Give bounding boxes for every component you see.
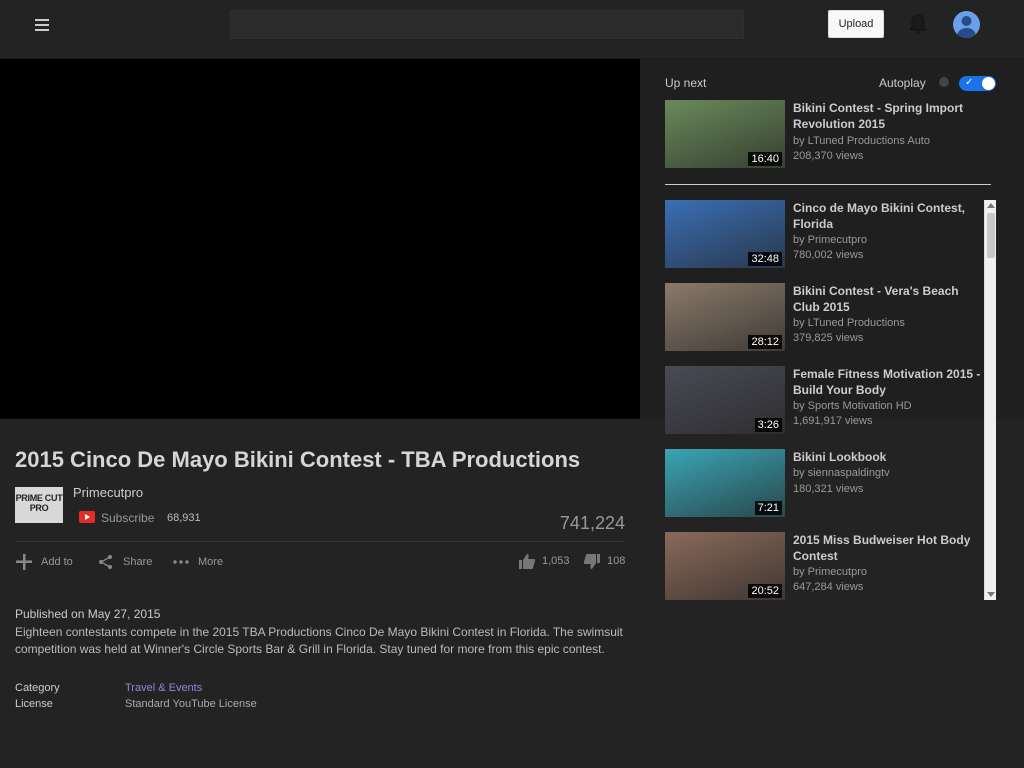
video-item-author: by Primecutpro bbox=[793, 566, 867, 578]
video-item-views: 1,691,917 views bbox=[793, 415, 873, 427]
video-duration: 7:21 bbox=[754, 501, 782, 515]
video-duration: 20:52 bbox=[748, 584, 782, 598]
add-to-label: Add to bbox=[41, 556, 73, 568]
video-item-author: by Sports Motivation HD bbox=[793, 400, 912, 412]
video-item-views: 780,002 views bbox=[793, 249, 864, 261]
more-button[interactable]: More bbox=[172, 553, 223, 571]
subscribe-button[interactable]: Subscribe bbox=[101, 511, 154, 525]
video-thumbnail[interactable]: 3:26 bbox=[665, 366, 785, 434]
video-thumbnail[interactable]: 7:21 bbox=[665, 449, 785, 517]
autoplay-label: Autoplay bbox=[879, 76, 926, 90]
scroll-thumb[interactable] bbox=[987, 213, 995, 258]
related-video-item[interactable]: 28:12 Bikini Contest - Vera's Beach Club… bbox=[665, 283, 985, 353]
category-link[interactable]: Travel & Events bbox=[125, 682, 202, 694]
user-icon bbox=[957, 16, 976, 38]
share-button[interactable]: Share bbox=[97, 553, 152, 571]
video-thumbnail[interactable]: 16:40 bbox=[665, 100, 785, 168]
video-duration: 3:26 bbox=[754, 418, 782, 432]
video-item-author: by siennaspaldingtv bbox=[793, 467, 890, 479]
publish-date: Published on May 27, 2015 bbox=[15, 607, 161, 621]
plus-icon bbox=[16, 554, 32, 570]
video-item-views: 379,825 views bbox=[793, 332, 864, 344]
channel-name[interactable]: Primecutpro bbox=[73, 485, 143, 500]
more-label: More bbox=[198, 556, 224, 568]
video-thumbnail[interactable]: 32:48 bbox=[665, 200, 785, 268]
up-next-separator bbox=[665, 184, 991, 185]
more-dots-icon bbox=[173, 560, 189, 564]
video-item-views: 180,321 views bbox=[793, 483, 864, 495]
video-item-author: by LTuned Productions bbox=[793, 317, 905, 329]
video-item-title[interactable]: Female Fitness Motivation 2015 - Build Y… bbox=[793, 366, 985, 398]
video-duration: 32:48 bbox=[748, 252, 782, 266]
related-list-scrollbar[interactable] bbox=[984, 200, 996, 600]
share-label: Share bbox=[123, 556, 153, 568]
autoplay-toggle[interactable]: ✓ bbox=[959, 76, 996, 91]
subscriber-count: 68,931 bbox=[167, 512, 201, 524]
hamburger-menu-icon[interactable] bbox=[33, 17, 51, 33]
video-item-views: 208,370 views bbox=[793, 150, 864, 162]
video-item-author: by LTuned Productions Auto bbox=[793, 135, 930, 147]
video-item-author: by Primecutpro bbox=[793, 234, 867, 246]
add-to-button[interactable]: Add to bbox=[15, 553, 73, 571]
video-item-title[interactable]: 2015 Miss Budweiser Hot Body Contest bbox=[793, 532, 985, 564]
share-icon bbox=[99, 555, 112, 569]
toggle-knob bbox=[982, 77, 995, 90]
related-video-item[interactable]: 32:48 Cinco de Mayo Bikini Contest, Flor… bbox=[665, 200, 985, 270]
category-label: Category bbox=[15, 682, 60, 694]
video-description: Eighteen contestants compete in the 2015… bbox=[15, 625, 623, 656]
thumbs-up-icon[interactable] bbox=[518, 553, 536, 570]
dislike-count: 108 bbox=[607, 555, 626, 567]
view-count: 741,224 bbox=[559, 513, 625, 533]
video-duration: 16:40 bbox=[748, 152, 782, 166]
channel-logo[interactable]: PRIME CUT PRO bbox=[15, 487, 63, 523]
video-thumbnail[interactable]: 20:52 bbox=[665, 532, 785, 600]
check-icon: ✓ bbox=[965, 77, 974, 88]
video-item-title[interactable]: Bikini Lookbook bbox=[793, 449, 985, 465]
up-next-label: Up next bbox=[665, 76, 707, 90]
info-icon[interactable] bbox=[939, 77, 949, 87]
video-item-views: 647,284 views bbox=[793, 581, 864, 593]
scroll-up-arrow-icon[interactable] bbox=[987, 203, 995, 208]
search-input[interactable] bbox=[230, 10, 744, 39]
video-item-title[interactable]: Bikini Contest - Vera's Beach Club 2015 bbox=[793, 283, 985, 315]
scroll-down-arrow-icon[interactable] bbox=[987, 592, 995, 597]
license-label: License bbox=[15, 698, 53, 710]
bell-icon[interactable] bbox=[908, 13, 928, 35]
video-item-title[interactable]: Bikini Contest - Spring Import Revolutio… bbox=[793, 100, 985, 132]
thumbs-down-icon[interactable] bbox=[583, 553, 601, 570]
license-value: Standard YouTube License bbox=[125, 698, 257, 710]
video-duration: 28:12 bbox=[748, 335, 782, 349]
up-next-item[interactable]: 16:40 Bikini Contest - Spring Import Rev… bbox=[665, 100, 985, 170]
related-video-item[interactable]: 20:52 2015 Miss Budweiser Hot Body Conte… bbox=[665, 532, 985, 602]
youtube-play-icon[interactable] bbox=[79, 511, 95, 523]
like-count: 1,053 bbox=[542, 555, 570, 567]
upload-button[interactable]: Upload bbox=[828, 10, 884, 38]
divider bbox=[15, 541, 625, 542]
related-video-item[interactable]: 7:21 Bikini Lookbook by siennaspaldingtv… bbox=[665, 449, 985, 519]
related-video-item[interactable]: 3:26 Female Fitness Motivation 2015 - Bu… bbox=[665, 366, 985, 436]
video-thumbnail[interactable]: 28:12 bbox=[665, 283, 785, 351]
video-title: 2015 Cinco De Mayo Bikini Contest - TBA … bbox=[15, 447, 581, 472]
avatar[interactable] bbox=[953, 11, 980, 38]
video-player[interactable] bbox=[0, 59, 640, 419]
video-item-title[interactable]: Cinco de Mayo Bikini Contest, Florida bbox=[793, 200, 985, 232]
top-header: Upload bbox=[0, 0, 1024, 59]
